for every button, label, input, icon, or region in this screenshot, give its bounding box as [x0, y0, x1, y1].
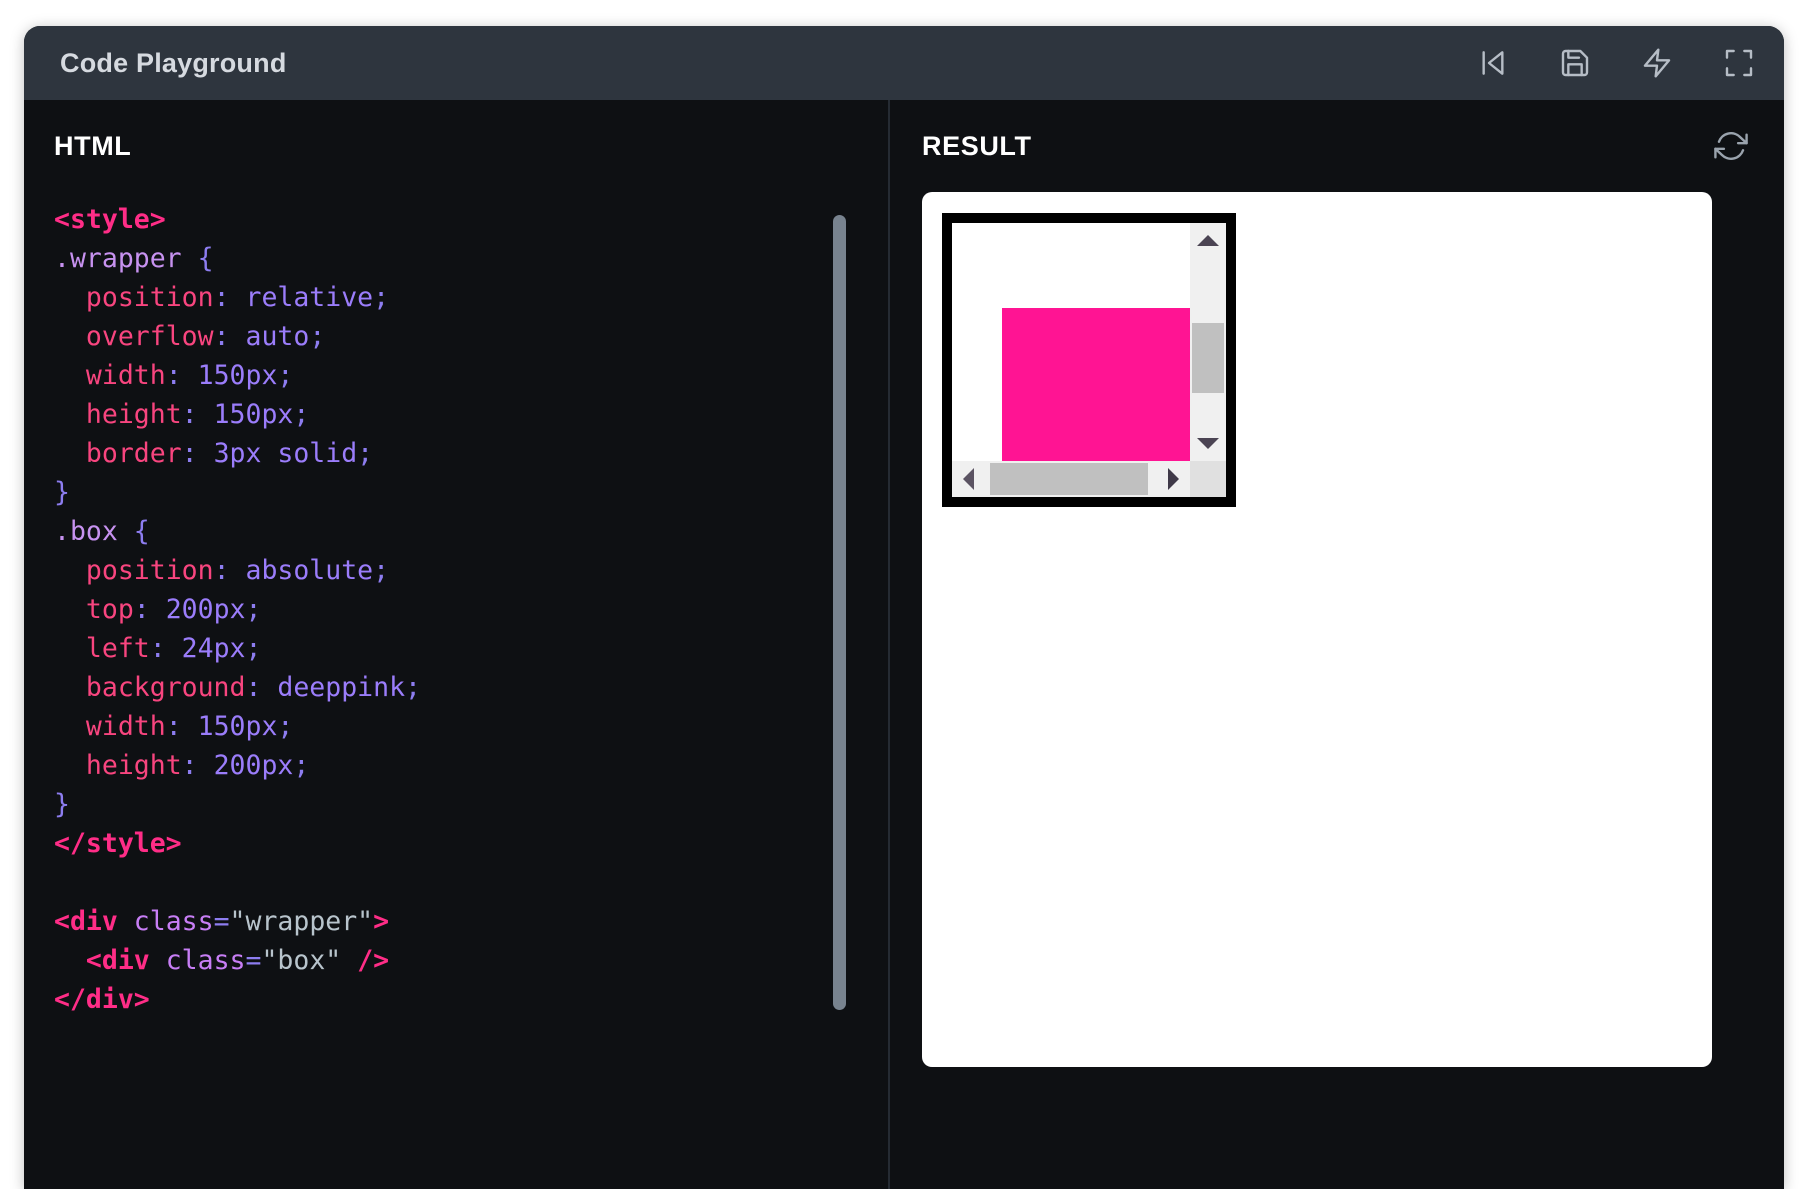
window-titlebar: Code Playground: [24, 26, 1784, 100]
result-label: RESULT: [922, 130, 1032, 161]
scroll-right-arrow-icon[interactable]: [1168, 468, 1179, 490]
code-token-val-top: 200px: [165, 594, 246, 625]
code-token-selector-box: .box: [54, 516, 118, 547]
save-icon: [1559, 47, 1591, 79]
titlebar-actions: [1476, 46, 1756, 80]
demo-box: [1002, 308, 1210, 478]
scroll-up-arrow-icon[interactable]: [1197, 235, 1219, 246]
code-playground-window: Code Playground HTML <style> .wrapper {…: [24, 26, 1784, 1189]
code-content[interactable]: <style> .wrapper { position: relative; o…: [24, 192, 888, 1019]
result-preview-canvas: [922, 192, 1712, 1067]
code-token-prop-width-2: width: [85, 711, 166, 742]
code-token-prop-position-2: position: [85, 555, 214, 586]
code-token-str-box: "box": [261, 945, 342, 976]
code-token-div-open-2: <div: [85, 945, 150, 976]
code-token-val-height-1: 150px: [213, 399, 294, 430]
code-token-style-close: </style>: [54, 828, 182, 859]
code-editor[interactable]: <style> .wrapper { position: relative; o…: [24, 192, 888, 1189]
horizontal-scrollbar-thumb[interactable]: [990, 463, 1148, 495]
code-token-attr-class-2: class: [165, 945, 246, 976]
code-token-div-open-1: <div: [54, 906, 118, 937]
code-token-prop-width-1: width: [85, 360, 166, 391]
code-token-prop-border: border: [85, 438, 182, 469]
demo-vertical-scrollbar[interactable]: [1190, 223, 1226, 461]
code-token-val-left: 24px: [181, 633, 246, 664]
editor-label: HTML: [54, 130, 132, 161]
code-token-val-width-2: 150px: [197, 711, 278, 742]
code-token-gt-1: >: [373, 906, 390, 937]
vertical-scrollbar-thumb[interactable]: [1192, 323, 1224, 393]
editor-scrollbar-thumb[interactable]: [833, 215, 846, 1010]
code-token-val-relative: relative: [245, 282, 374, 313]
fullscreen-icon: [1723, 47, 1755, 79]
scroll-left-arrow-icon[interactable]: [963, 468, 974, 490]
refresh-icon: [1714, 129, 1748, 163]
code-token-val-border: 3px solid: [213, 438, 358, 469]
code-token-prop-position-1: position: [85, 282, 214, 313]
editor-header: HTML: [24, 100, 888, 192]
panes-container: HTML <style> .wrapper { position: relati…: [24, 100, 1784, 1189]
code-token-brace-close-2: }: [54, 789, 70, 820]
code-token-style-open: <style>: [54, 204, 166, 235]
code-token-prop-top: top: [85, 594, 134, 625]
code-token-brace-close-1: }: [54, 477, 70, 508]
code-token-prop-left: left: [85, 633, 150, 664]
code-token-val-height-2: 200px: [213, 750, 294, 781]
code-token-prop-background: background: [85, 672, 246, 703]
code-token-val-deeppink: deeppink: [277, 672, 406, 703]
run-button[interactable]: [1640, 46, 1674, 80]
code-token-div-close: </div>: [54, 984, 150, 1015]
demo-wrapper: [942, 213, 1236, 507]
code-token-attr-class-1: class: [133, 906, 214, 937]
demo-horizontal-scrollbar[interactable]: [952, 461, 1190, 497]
code-token-val-auto: auto: [245, 321, 310, 352]
code-token-self-close: />: [357, 945, 390, 976]
lightning-icon: [1641, 47, 1673, 79]
fullscreen-button[interactable]: [1722, 46, 1756, 80]
result-pane: RESULT: [890, 100, 1784, 1189]
editor-pane: HTML <style> .wrapper { position: relati…: [24, 100, 890, 1189]
code-token-prop-overflow: overflow: [85, 321, 214, 352]
code-token-prop-height-2: height: [85, 750, 182, 781]
save-button[interactable]: [1558, 46, 1592, 80]
code-token-brace-open-2: {: [133, 516, 150, 547]
skip-back-icon: [1477, 47, 1509, 79]
code-token-val-absolute: absolute: [245, 555, 374, 586]
app-title: Code Playground: [60, 47, 287, 78]
skip-back-button[interactable]: [1476, 46, 1510, 80]
code-token-brace-open-1: {: [197, 243, 214, 274]
scrollbar-corner: [1190, 461, 1226, 497]
code-token-val-width-1: 150px: [197, 360, 278, 391]
code-token-selector-wrapper: .wrapper: [54, 243, 182, 274]
scroll-down-arrow-icon[interactable]: [1197, 438, 1219, 449]
demo-wrapper-inner: [952, 223, 1226, 497]
code-token-str-wrapper: "wrapper": [229, 906, 374, 937]
refresh-button[interactable]: [1714, 129, 1748, 163]
code-token-prop-height-1: height: [85, 399, 182, 430]
result-header: RESULT: [890, 100, 1784, 192]
